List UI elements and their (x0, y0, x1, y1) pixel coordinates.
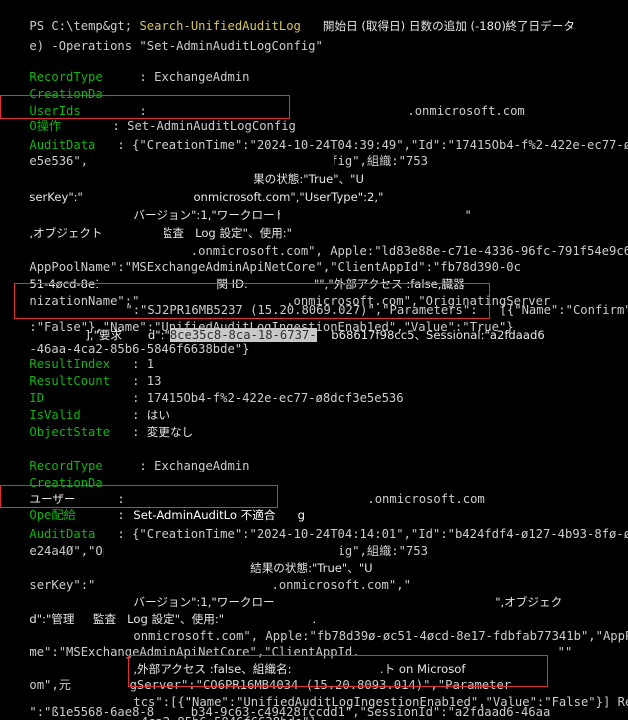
field-value-userids-tail-1: .onmicrosoft.com (407, 104, 525, 118)
redaction-bar (62, 558, 248, 576)
redaction-bar (406, 642, 558, 660)
redaction-bar (278, 592, 464, 610)
redaction-bar (104, 541, 340, 559)
redaction-bar (90, 152, 334, 170)
redaction-bar (104, 84, 376, 102)
prompt-arg-end: 終了日データ (505, 19, 575, 33)
powershell-console[interactable]: PS C:\temp&gt; Search-UnifiedAuditLog 開始… (0, 0, 628, 720)
prompt-continuation: e) -Operations "Set-AdminAuditLogConfig" (29, 39, 323, 53)
redaction-bar (62, 170, 254, 188)
redaction-bar (102, 472, 336, 490)
field-value-id-1: 17415Ob4-f%2-422e-ec77-ø8dcf3e5e536 (146, 391, 404, 405)
redaction-bar (424, 188, 628, 206)
field-value-objectstate-1: 変更なし (146, 425, 194, 439)
redaction-bar (104, 224, 164, 242)
redaction-bar (280, 206, 466, 224)
auditdata-after-selection: b68617f98cc5、Sessional:"a2fdaad6 (331, 328, 545, 342)
field-label-objectstate-1: ObjectState (29, 425, 111, 439)
redaction-bar (410, 575, 568, 593)
field-value-user-tail-2: .onmicrosoft.com (367, 492, 485, 506)
auditdata-line: -4ca2-85b6-5846f6638bde"} (133, 715, 316, 720)
